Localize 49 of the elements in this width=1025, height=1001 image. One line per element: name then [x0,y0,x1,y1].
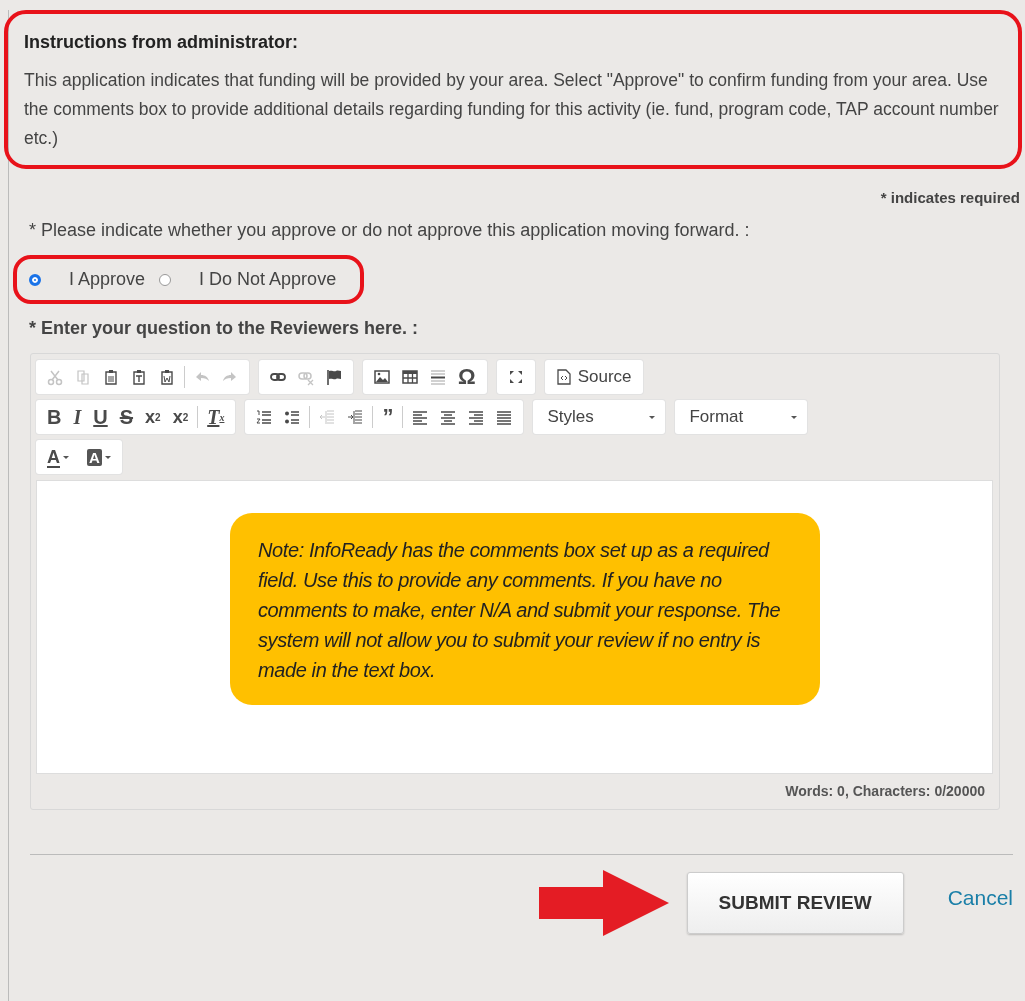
text-area[interactable] [36,480,993,774]
radio-label[interactable]: I Do Not Approve [199,269,337,290]
background-color-button[interactable]: A [75,443,117,471]
maximize-icon [507,368,524,386]
bulleted-list-icon [284,408,301,426]
align-left-icon [412,408,429,426]
source-button[interactable]: Source [549,363,638,391]
instructions-text: This application indicates that funding will be provided by your area. Select "Approve" to confirm funding from your area. Use the comments box to provide additional details regarding funding for this activity (ie. fund, program code, TAP account number etc.) [24,69,1000,150]
radio-button[interactable] [29,273,41,286]
image-icon [374,368,390,386]
format-button[interactable]: B [41,403,68,431]
format-button[interactable]: S [113,403,140,431]
align-center-icon [440,408,457,426]
outdent-icon [319,408,336,426]
editor-label: * Enter your question to the Reviewers here. : [29,318,420,339]
radio-label[interactable]: I Approve [69,269,146,290]
align-right-icon [468,408,485,426]
paste-text-icon [131,368,147,386]
format-button[interactable]: I [67,403,88,431]
caret-icon [791,415,798,419]
question-label: * Please indicate whether you approve or do not approve this application moving forward. : [29,220,751,241]
text-color-button[interactable]: A [41,443,75,471]
format-button[interactable]: ” [376,403,400,431]
justify-icon [496,408,513,426]
indent-icon [347,408,364,426]
table-icon [402,368,418,386]
dropdown[interactable]: Styles [533,400,666,434]
horizontal-line-icon [430,368,446,386]
dropdown[interactable]: Format [675,400,808,434]
paste-word-icon [159,368,175,386]
flag-icon [326,368,342,386]
source-icon [555,368,572,386]
copy-icon [75,368,91,386]
instructions-title: Instructions from administrator: [24,32,300,53]
caret-icon [649,415,656,419]
character-counter: Words: 0, Characters: 0/20000 [785,783,985,799]
format-button[interactable]: Ω [452,363,482,391]
radio-button[interactable] [159,273,172,286]
format-button[interactable]: U [87,403,114,431]
cancel-link[interactable]: Cancel [947,886,1013,910]
submit-button[interactable]: SUBMIT REVIEW [686,872,904,934]
caret-icon [63,455,69,459]
note-callout: Note: InfoReady has the comments box set up as a required field. Use this to provide any comments. If you have no comments to make, enter N/A and submit your response. The system will not allow you to submit your review if no entry is made in the text box. [230,513,820,705]
cut-icon [47,368,63,386]
numbered-list-icon [256,408,273,426]
required-note: * indicates required [880,189,1020,206]
format-button[interactable]: x$^{2}$ [166,403,195,431]
caret-icon [104,455,111,459]
paste-icon [103,368,119,386]
